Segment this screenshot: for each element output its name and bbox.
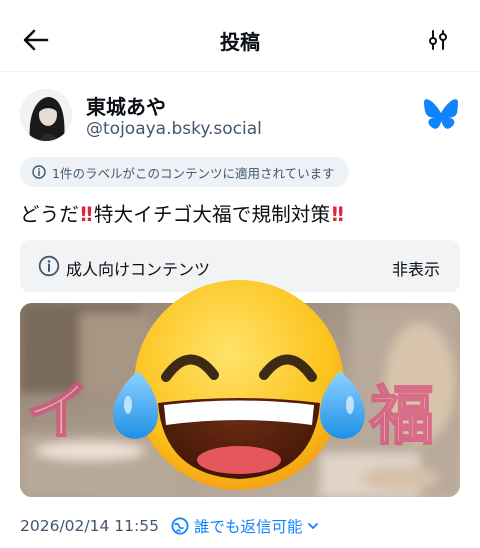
author-handle[interactable]: @tojoaya.bsky.social <box>86 119 262 139</box>
svg-text:福: 福 <box>369 380 434 452</box>
info-circle-icon <box>32 165 46 179</box>
post-text-part2: 特大イチゴ大福で規制対策 <box>93 203 331 226</box>
content-warning[interactable]: 成人向けコンテンツ 非表示 <box>20 240 460 292</box>
hide-button[interactable]: 非表示 <box>392 256 440 280</box>
svg-text:イ: イ <box>26 375 90 447</box>
post-timestamp: 2026/02/14 11:55 <box>20 517 159 535</box>
post-meta: 2026/02/14 11:55 誰でも返信可能 <box>20 515 319 537</box>
info-circle-icon <box>38 255 60 277</box>
page-title: 投稿 <box>220 30 260 54</box>
label-notice[interactable]: 1件のラベルがこのコンテンツに適用されています <box>20 157 349 187</box>
double-exclamation-icon: !! <box>79 203 94 226</box>
post-author: 東城あや @tojoaya.bsky.social <box>20 89 460 145</box>
chevron-down-icon <box>308 523 319 529</box>
thread-settings-button[interactable] <box>422 24 454 56</box>
sliders-icon <box>429 30 447 50</box>
post-text-part1: どうだ <box>20 203 80 226</box>
post-text: どうだ!! 特大イチゴ大福で規制対策!! <box>20 198 345 227</box>
top-bar: 投稿 <box>0 0 480 72</box>
avatar[interactable] <box>20 89 72 141</box>
content-warning-label: 成人向けコンテンツ <box>66 260 211 279</box>
double-exclamation-icon: !! <box>330 203 345 226</box>
bluesky-butterfly-icon[interactable] <box>424 99 458 129</box>
reply-setting-button[interactable]: 誰でも返信可能 <box>171 515 320 537</box>
label-notice-text: 1件のラベルがこのコンテンツに適用されています <box>52 165 335 181</box>
globe-icon <box>171 517 189 535</box>
reply-setting-label: 誰でも返信可能 <box>193 518 303 536</box>
author-display-name[interactable]: 東城あや <box>86 91 166 120</box>
post-image[interactable]: イ 福 <box>20 303 460 497</box>
